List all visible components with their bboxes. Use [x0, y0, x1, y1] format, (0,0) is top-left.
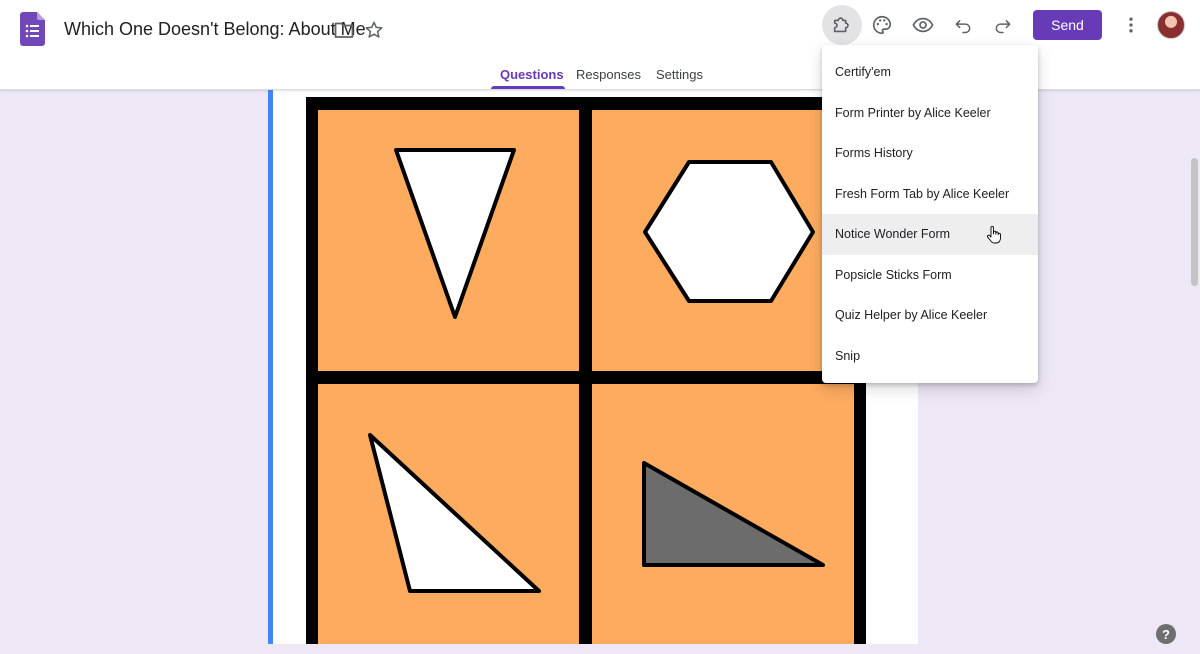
more-options-button[interactable]	[1111, 5, 1151, 45]
scrollbar-thumb[interactable]	[1191, 158, 1198, 286]
card-focus-accent	[268, 90, 273, 644]
help-icon[interactable]: ?	[1156, 624, 1176, 644]
more-vert-icon	[1129, 17, 1133, 33]
star-icon[interactable]	[362, 18, 386, 42]
add-ons-button[interactable]	[822, 5, 862, 45]
undo-button[interactable]	[943, 5, 983, 45]
google-forms-logo[interactable]	[20, 12, 45, 46]
hand-pointer-cursor-icon	[987, 226, 1001, 244]
form-title[interactable]: Which One Doesn't Belong: About Me	[64, 19, 366, 40]
active-tab-indicator	[491, 86, 565, 89]
menu-item-fresh-form-tab[interactable]: Fresh Form Tab by Alice Keeler	[822, 174, 1038, 215]
menu-item-certifyem[interactable]: Certify'em	[822, 52, 1038, 93]
menu-item-snip[interactable]: Snip	[822, 336, 1038, 377]
folder-icon[interactable]	[332, 18, 356, 42]
undo-icon	[955, 20, 971, 34]
add-ons-menu: Certify'em Form Printer by Alice Keeler …	[822, 45, 1038, 383]
menu-item-forms-history[interactable]: Forms History	[822, 133, 1038, 174]
menu-item-notice-wonder-form[interactable]: Notice Wonder Form	[822, 214, 1038, 255]
menu-item-form-printer[interactable]: Form Printer by Alice Keeler	[822, 93, 1038, 134]
redo-button[interactable]	[983, 5, 1023, 45]
user-avatar[interactable]	[1157, 11, 1185, 39]
question-image[interactable]	[306, 97, 866, 644]
tab-settings[interactable]: Settings	[656, 67, 703, 82]
tab-responses[interactable]: Responses	[576, 67, 641, 82]
send-button[interactable]: Send	[1033, 10, 1102, 40]
customize-theme-button[interactable]	[862, 5, 902, 45]
puzzle-icon	[833, 17, 849, 33]
redo-icon	[995, 20, 1011, 34]
preview-button[interactable]	[903, 5, 943, 45]
menu-item-popsicle-sticks-form[interactable]: Popsicle Sticks Form	[822, 255, 1038, 296]
eye-icon	[912, 17, 934, 33]
palette-icon	[873, 15, 892, 35]
menu-item-quiz-helper[interactable]: Quiz Helper by Alice Keeler	[822, 295, 1038, 336]
tab-questions[interactable]: Questions	[500, 67, 564, 82]
menu-item-label: Notice Wonder Form	[835, 227, 951, 242]
